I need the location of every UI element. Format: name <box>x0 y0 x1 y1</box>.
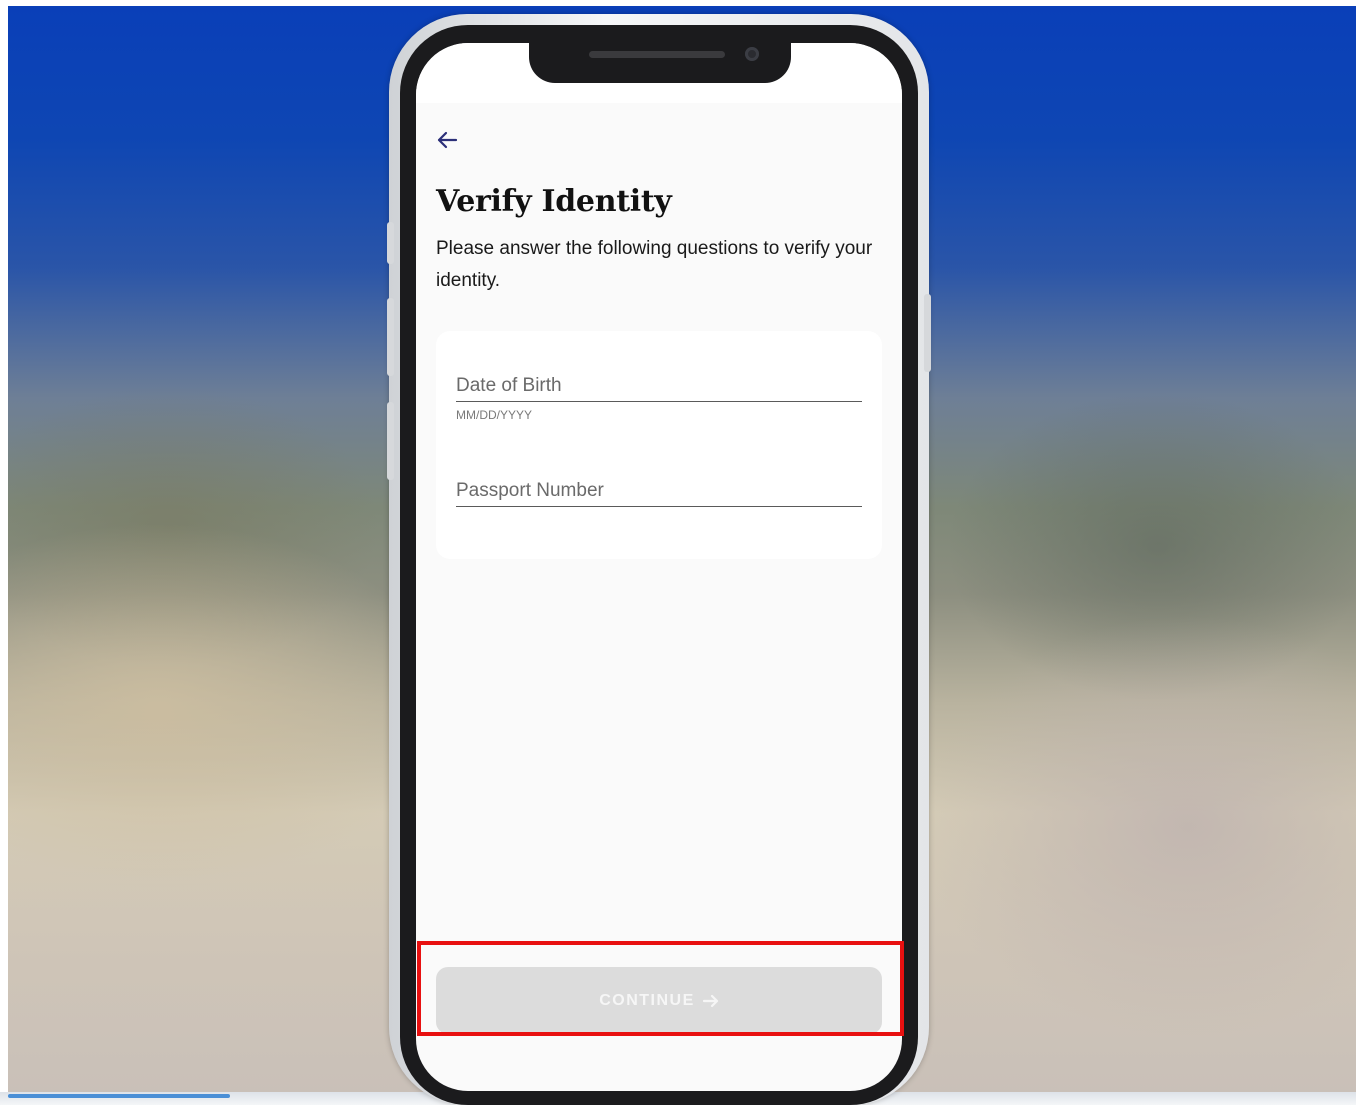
page-title: Verify Identity <box>436 184 672 219</box>
continue-button-label: CONTINUE <box>599 991 695 1009</box>
phone-volume-down <box>387 402 394 480</box>
phone-power-button <box>924 294 931 372</box>
passport-number-group <box>456 474 862 507</box>
phone-notch <box>529 43 791 83</box>
page-subtitle: Please answer the following questions to… <box>436 238 873 291</box>
date-of-birth-hint: MM/DD/YYYY <box>456 408 533 422</box>
date-of-birth-group: MM/DD/YYYY <box>456 369 862 422</box>
phone-volume-up <box>387 298 394 376</box>
speaker-grille <box>589 51 725 58</box>
back-button[interactable] <box>430 123 464 157</box>
phone-screen: Verify Identity Please answer the follow… <box>416 43 902 1091</box>
arrow-left-icon <box>437 131 458 149</box>
front-camera <box>745 47 759 61</box>
arrow-right-icon <box>702 994 718 1007</box>
progress-indicator <box>8 1094 230 1098</box>
identity-form-card: MM/DD/YYYY <box>436 331 882 559</box>
continue-button[interactable]: CONTINUE <box>436 967 882 1034</box>
date-of-birth-input[interactable] <box>456 369 862 402</box>
passport-number-input[interactable] <box>456 474 862 507</box>
phone-silent-switch <box>387 222 394 264</box>
phone-mockup: Verify Identity Please answer the follow… <box>387 14 931 1105</box>
